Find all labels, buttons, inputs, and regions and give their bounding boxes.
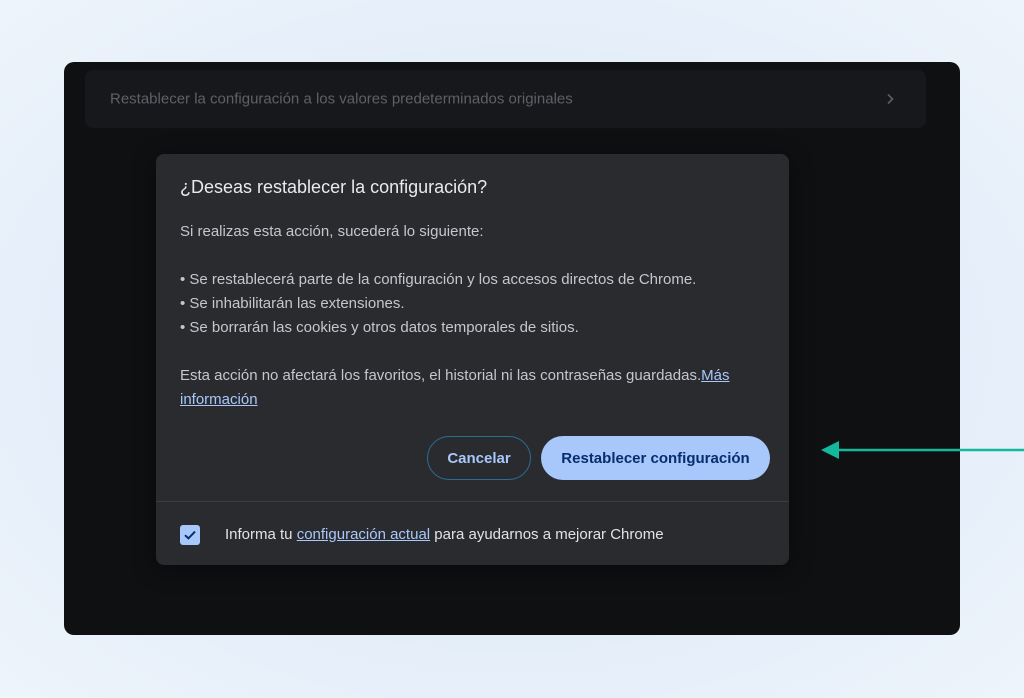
check-icon [184, 530, 196, 540]
report-settings-row: Informa tu configuración actual para ayu… [180, 523, 770, 547]
cancel-button[interactable]: Cancelar [427, 436, 531, 480]
dialog-intro: Si realizas esta acción, sucederá lo sig… [180, 223, 484, 240]
dialog-body: Si realizas esta acción, sucederá lo sig… [180, 220, 770, 412]
dialog-note: Esta acción no afectará los favoritos, e… [180, 364, 770, 412]
reset-settings-row[interactable]: Restablecer la configuración a los valor… [85, 70, 926, 128]
reset-settings-row-label: Restablecer la configuración a los valor… [110, 90, 573, 108]
report-checkbox[interactable] [180, 525, 200, 545]
report-text-prefix: Informa tu [225, 526, 297, 543]
dialog-divider [156, 501, 789, 502]
list-item: • Se borrarán las cookies y otros datos … [180, 319, 579, 336]
current-settings-link[interactable]: configuración actual [297, 526, 430, 543]
report-text: Informa tu configuración actual para ayu… [225, 523, 664, 547]
consequences-list: • Se restablecerá parte de la configurac… [180, 268, 770, 340]
reset-settings-button[interactable]: Restablecer configuración [541, 436, 770, 480]
list-item: • Se restablecerá parte de la configurac… [180, 271, 697, 288]
dialog-title: ¿Deseas restablecer la configuración? [180, 177, 488, 197]
dialog-note-text: Esta acción no afectará los favoritos, e… [180, 367, 702, 384]
report-text-suffix: para ayudarnos a mejorar Chrome [430, 526, 664, 543]
reset-settings-dialog: ¿Deseas restablecer la configuración? Si… [156, 154, 789, 565]
chevron-right-icon [887, 93, 894, 105]
arrow-left-icon [821, 441, 1024, 459]
list-item: • Se inhabilitarán las extensiones. [180, 295, 405, 312]
